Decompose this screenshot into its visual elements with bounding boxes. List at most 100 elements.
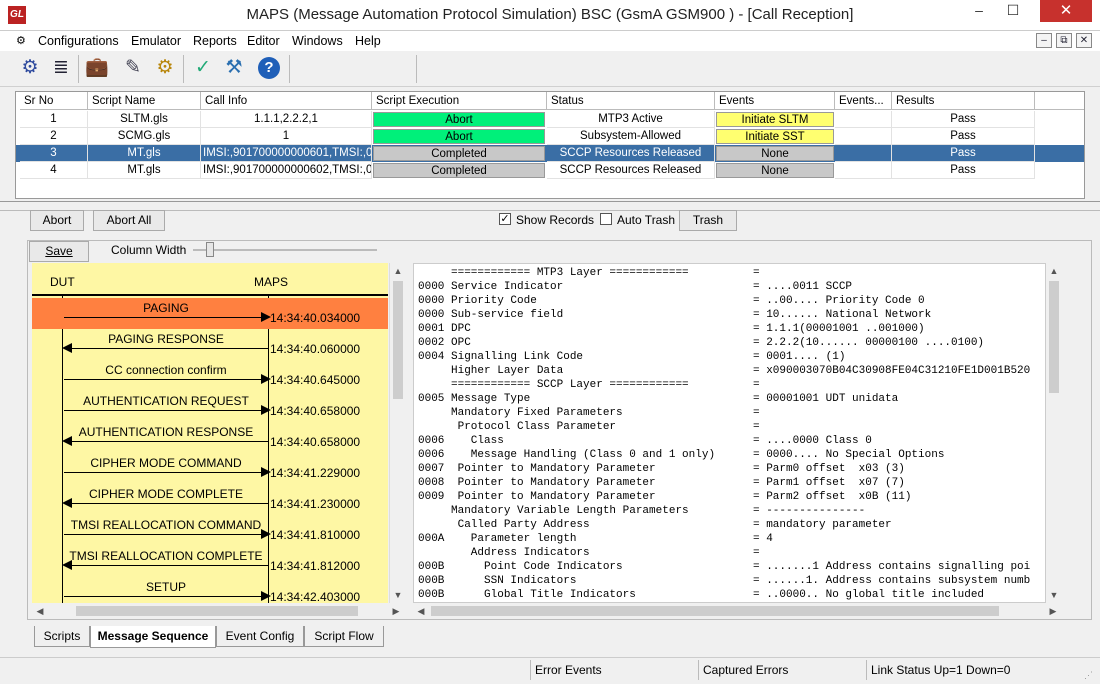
scroll-down-icon[interactable]: ▼: [1046, 587, 1062, 603]
event-button[interactable]: Initiate SST: [716, 129, 834, 144]
col-results[interactable]: Results: [892, 92, 1035, 110]
menu-editor[interactable]: Editor: [247, 34, 280, 48]
event-button[interactable]: None: [716, 163, 834, 178]
help-icon[interactable]: ?: [258, 57, 280, 79]
error-events-status[interactable]: Error Events: [530, 660, 696, 680]
decode-value: = ....0000 Class 0: [753, 435, 872, 447]
col-events[interactable]: Events: [715, 92, 835, 110]
window-title: MAPS (Message Automation Protocol Simula…: [246, 6, 854, 23]
tab-script-flow[interactable]: Script Flow: [304, 626, 384, 647]
menu-emulator[interactable]: Emulator: [131, 34, 181, 48]
mdi-child-icon[interactable]: ⚙: [16, 34, 26, 47]
decode-value: =: [753, 421, 760, 433]
auto-trash-checkbox[interactable]: [600, 213, 612, 225]
sequence-vertical-scrollbar[interactable]: ▲ ▼: [389, 263, 406, 603]
checklist-icon[interactable]: ✓: [190, 55, 216, 81]
edit-script-icon[interactable]: ✎: [120, 55, 146, 81]
sequence-message[interactable]: AUTHENTICATION RESPONSE 14:34:40.658000: [32, 422, 388, 453]
menu-help[interactable]: Help: [355, 34, 381, 48]
scroll-up-icon[interactable]: ▲: [390, 263, 406, 279]
cell-script-name: SLTM.gls: [88, 111, 201, 128]
sequence-message[interactable]: PAGING RESPONSE 14:34:40.060000: [32, 329, 388, 360]
abort-all-button[interactable]: Abort All: [93, 210, 165, 231]
cell-status: MTP3 Active: [547, 111, 715, 128]
menu-configurations[interactable]: Configurations: [38, 34, 119, 48]
message-label: CC connection confirm: [105, 363, 227, 377]
scroll-left-icon[interactable]: ◀: [413, 603, 429, 619]
mdi-minimize-button[interactable]: –: [1036, 33, 1052, 48]
sequence-message[interactable]: TMSI REALLOCATION COMMAND 14:34:41.810000: [32, 515, 388, 546]
table-row[interactable]: 4 MT.gls IMSI:,901700000000602,TMSI:,0... C…: [16, 162, 1084, 179]
save-button[interactable]: Save: [29, 241, 89, 262]
minimize-button[interactable]: –: [962, 0, 996, 22]
mdi-close-button[interactable]: ✕: [1076, 33, 1092, 48]
col-call-info[interactable]: Call Info: [201, 92, 372, 110]
script-execution-button[interactable]: Abort: [373, 129, 545, 144]
col-events-more[interactable]: Events...: [835, 92, 892, 110]
sequence-message[interactable]: CIPHER MODE COMPLETE 14:34:41.230000: [32, 484, 388, 515]
captured-errors-status[interactable]: Captured Errors: [698, 660, 864, 680]
table-row[interactable]: 2 SCMG.gls 1 Abort Subsystem-Allowed Initiate…: [16, 128, 1084, 145]
arrow-left-icon: [62, 498, 72, 508]
script-execution-button[interactable]: Completed: [373, 146, 545, 161]
tab-scripts[interactable]: Scripts: [34, 626, 90, 647]
col-status[interactable]: Status: [547, 92, 715, 110]
decode-horizontal-scrollbar[interactable]: ◀ ▶: [413, 603, 1063, 619]
menu-windows[interactable]: Windows: [292, 34, 343, 48]
cell-call-info: 1: [201, 128, 372, 145]
col-srno[interactable]: Sr No: [20, 92, 88, 110]
show-records-label: Show Records: [516, 213, 595, 227]
sequence-message[interactable]: TMSI REALLOCATION COMPLETE 14:34:41.81200…: [32, 546, 388, 577]
show-records-checkbox[interactable]: ✓: [499, 213, 511, 225]
col-script-execution[interactable]: Script Execution: [372, 92, 547, 110]
script-list-icon[interactable]: ≣: [48, 55, 74, 81]
user-settings-icon[interactable]: ⚒: [221, 55, 247, 81]
scroll-left-icon[interactable]: ◀: [32, 603, 48, 619]
message-timestamp: 14:34:41.812000: [270, 559, 361, 573]
sequence-horizontal-scrollbar[interactable]: ◀ ▶: [32, 603, 406, 619]
run-script-icon[interactable]: ⚙: [152, 55, 178, 81]
briefcase-icon[interactable]: 💼: [84, 55, 110, 81]
cell-events-more: [835, 128, 892, 145]
scroll-up-icon[interactable]: ▲: [1046, 263, 1062, 279]
message-label: TMSI REALLOCATION COMPLETE: [69, 549, 263, 563]
tab-message-sequence[interactable]: Message Sequence: [90, 626, 216, 648]
title-bar: GL MAPS (Message Automation Protocol Sim…: [0, 0, 1100, 31]
scroll-thumb[interactable]: [431, 606, 999, 616]
column-width-slider-thumb[interactable]: [206, 242, 214, 257]
sequence-message[interactable]: PAGING 14:34:40.034000: [32, 298, 388, 329]
trash-button[interactable]: Trash: [679, 210, 737, 231]
scroll-right-icon[interactable]: ▶: [1045, 603, 1061, 619]
scroll-thumb[interactable]: [76, 606, 358, 616]
menu-reports[interactable]: Reports: [193, 34, 237, 48]
column-width-slider[interactable]: [193, 249, 377, 251]
abort-button[interactable]: Abort: [30, 210, 84, 231]
decode-vertical-scrollbar[interactable]: ▲ ▼: [1046, 263, 1063, 603]
col-script-name[interactable]: Script Name: [88, 92, 201, 110]
script-execution-button[interactable]: Abort: [373, 112, 545, 127]
scroll-right-icon[interactable]: ▶: [388, 603, 404, 619]
scroll-thumb[interactable]: [1049, 281, 1059, 393]
script-execution-button[interactable]: Completed: [373, 163, 545, 178]
event-button[interactable]: Initiate SLTM: [716, 112, 834, 127]
table-row[interactable]: 3 MT.gls IMSI:,901700000000601,TMSI:,0... C…: [16, 145, 1084, 162]
tab-event-config[interactable]: Event Config: [216, 626, 304, 647]
message-arrow: [62, 560, 269, 570]
scroll-thumb[interactable]: [393, 281, 403, 399]
mdi-restore-button[interactable]: ⧉: [1056, 33, 1072, 48]
splitter[interactable]: [0, 201, 1100, 211]
event-button[interactable]: None: [716, 146, 834, 161]
decode-pane[interactable]: ============ MTP3 Layer ============ = 000…: [413, 263, 1046, 603]
cell-script-name: MT.gls: [88, 162, 201, 179]
close-button[interactable]: ✕: [1040, 0, 1092, 22]
scroll-down-icon[interactable]: ▼: [390, 587, 406, 603]
configure-gear-icon[interactable]: ⚙: [17, 55, 43, 81]
table-row[interactable]: 1 SLTM.gls 1.1.1,2.2.2,1 Abort MTP3 Active In…: [16, 111, 1084, 128]
resize-grip-icon[interactable]: ⋰: [1084, 670, 1093, 681]
maximize-button[interactable]: ☐: [996, 0, 1030, 22]
sequence-message[interactable]: AUTHENTICATION REQUEST 14:34:40.658000: [32, 391, 388, 422]
sequence-message[interactable]: CC connection confirm 14:34:40.645000: [32, 360, 388, 391]
cell-srno: 3: [20, 145, 88, 162]
sequence-message[interactable]: CIPHER MODE COMMAND 14:34:41.229000: [32, 453, 388, 484]
sequence-message[interactable]: SETUP 14:34:42.403000: [32, 577, 388, 603]
